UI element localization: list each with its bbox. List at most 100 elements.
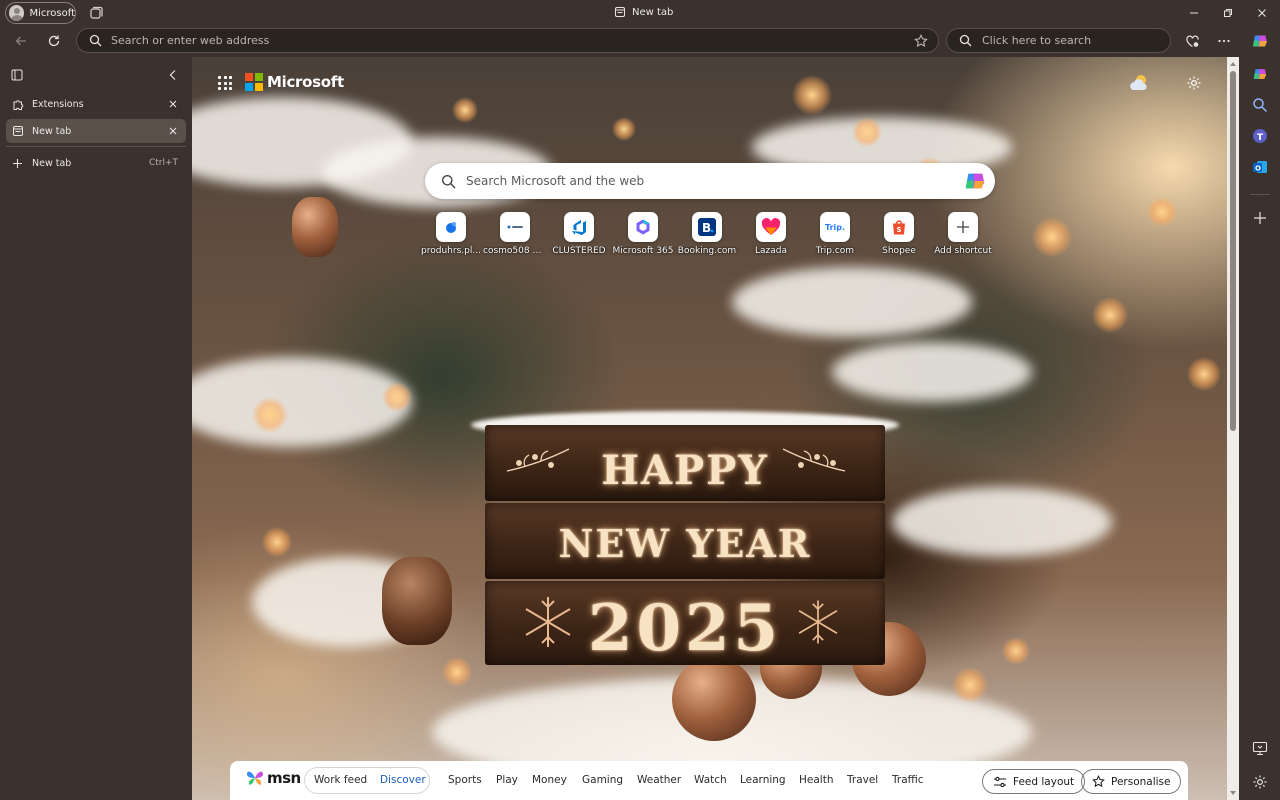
shortcut-label: produhrs.pl...	[421, 246, 481, 256]
toolbar-search-box[interactable]	[946, 28, 1171, 53]
tab-page-icon	[13, 126, 23, 136]
sign-text-happy: HAPPY	[601, 447, 769, 494]
copilot-button[interactable]	[1250, 31, 1270, 51]
cosmo-logo-icon	[507, 225, 523, 229]
toolbar-search-input[interactable]	[982, 34, 1170, 47]
shortcut-shopee[interactable]: S Shopee	[867, 212, 931, 256]
add-shortcut-button[interactable]: Add shortcut	[931, 212, 995, 256]
search-icon[interactable]	[1252, 97, 1268, 113]
svg-text:O: O	[1255, 165, 1261, 173]
shortcut-label: Microsoft 365	[612, 246, 674, 256]
blue-drop-icon	[446, 222, 456, 233]
workspaces-icon[interactable]	[88, 5, 104, 21]
address-input[interactable]	[111, 34, 914, 47]
profile-button[interactable]: Microsoft	[5, 2, 76, 24]
restore-button[interactable]	[1218, 3, 1238, 23]
close-icon	[1258, 9, 1266, 17]
sidebar-settings-gear-icon[interactable]	[1252, 774, 1268, 790]
shortcut-lazada[interactable]: Lazada	[739, 212, 803, 256]
scroll-up-arrow-icon[interactable]	[1229, 60, 1237, 68]
shortcut-label: cosmo508 A...	[483, 246, 547, 256]
msn-link-weather[interactable]: Weather	[637, 774, 681, 786]
avatar	[9, 5, 25, 21]
bokeh-light	[262, 527, 292, 557]
page-scrollbar[interactable]	[1227, 57, 1239, 800]
msn-link-learning[interactable]: Learning	[740, 774, 786, 786]
msn-link-traffic[interactable]: Traffic	[892, 774, 924, 786]
tab-extensions[interactable]: Extensions	[6, 92, 186, 116]
snow-branch	[192, 357, 412, 447]
heart-pulse-icon	[1185, 35, 1199, 47]
bokeh-light	[382, 382, 412, 412]
msn-link-money[interactable]: Money	[532, 774, 567, 786]
bokeh-light	[1092, 297, 1128, 333]
minimize-button[interactable]	[1184, 3, 1204, 23]
shortcut-clustered[interactable]: CLUSTERED	[547, 212, 611, 256]
page-settings-gear-icon[interactable]	[1186, 75, 1202, 91]
pinecone	[292, 197, 338, 257]
outlook-icon[interactable]: O	[1252, 159, 1268, 175]
close-window-button[interactable]	[1252, 3, 1272, 23]
microsoft-brand-text: Microsoft	[267, 73, 344, 91]
copilot-icon[interactable]	[1252, 66, 1268, 82]
personalise-button[interactable]: Personalise	[1081, 769, 1182, 794]
shortcut-cosmo508[interactable]: cosmo508 A...	[483, 212, 547, 256]
scroll-down-arrow-icon[interactable]	[1229, 789, 1237, 797]
sign-text-new-year: NEW YEAR	[558, 521, 812, 566]
feed-tab-discover[interactable]: Discover	[380, 774, 426, 786]
shortcut-label: Shopee	[882, 246, 916, 256]
msn-link-watch[interactable]: Watch	[694, 774, 727, 786]
shortcut-label: Trip.com	[815, 246, 855, 256]
minimize-icon	[1190, 12, 1198, 14]
shortcut-label: Booking.com	[677, 246, 737, 256]
close-tab-button[interactable]	[166, 124, 180, 138]
shortcut-microsoft-365[interactable]: Microsoft 365	[611, 212, 675, 256]
feed-layout-button[interactable]: Feed layout	[982, 769, 1086, 794]
web-search-input[interactable]	[466, 174, 936, 188]
weather-cloud-sun-icon[interactable]	[1128, 73, 1150, 93]
shortcut-booking[interactable]: B Booking.com	[675, 212, 739, 256]
browser-essentials-button[interactable]	[1182, 31, 1202, 51]
shortcut-produhrs[interactable]: produhrs.pl...	[419, 212, 483, 256]
msn-link-play[interactable]: Play	[496, 774, 518, 786]
copilot-icon[interactable]	[963, 169, 987, 193]
restore-icon	[1224, 9, 1232, 17]
web-search-box[interactable]	[425, 163, 995, 199]
window-title-text: New tab	[632, 6, 674, 18]
close-tab-button[interactable]	[166, 97, 180, 111]
svg-text:B: B	[702, 221, 711, 235]
msn-link-health[interactable]: Health	[799, 774, 833, 786]
new-tab-label: New tab	[32, 157, 72, 169]
collapse-pane-icon[interactable]	[166, 68, 180, 82]
feed-tab-work[interactable]: Work feed	[314, 774, 367, 786]
address-bar[interactable]	[76, 28, 939, 53]
sign-text-year: 2025	[587, 591, 783, 666]
new-tab-button[interactable]: New tab Ctrl+T	[6, 152, 186, 174]
favorite-star-icon[interactable]	[914, 33, 928, 48]
shortcut-tile	[564, 212, 594, 242]
sidebar-divider	[1250, 194, 1270, 195]
window-title: New tab	[614, 6, 673, 18]
add-sidebar-app-icon[interactable]	[1252, 210, 1268, 226]
msn-link-sports[interactable]: Sports	[448, 774, 482, 786]
microsoft-logo[interactable]: Microsoft	[245, 73, 344, 91]
back-button[interactable]	[11, 31, 31, 51]
svg-text:S: S	[897, 226, 902, 234]
shortcut-trip[interactable]: Trip. Trip.com	[803, 212, 867, 256]
copilot-icon	[1253, 35, 1267, 47]
more-options-button[interactable]	[1214, 31, 1234, 51]
bokeh-light	[452, 97, 478, 123]
bokeh-light	[1147, 197, 1177, 227]
msn-link-gaming[interactable]: Gaming	[582, 774, 623, 786]
screen-cast-icon[interactable]	[1252, 740, 1268, 756]
tab-actions-icon[interactable]	[11, 69, 23, 81]
extensions-puzzle-icon	[13, 99, 24, 110]
scroll-thumb[interactable]	[1230, 71, 1236, 431]
msn-logo[interactable]: msn	[245, 768, 301, 788]
shortcut-tile	[500, 212, 530, 242]
msn-link-travel[interactable]: Travel	[847, 774, 878, 786]
teams-icon[interactable]: T	[1252, 128, 1268, 144]
apps-launcher-button[interactable]	[218, 76, 232, 90]
refresh-button[interactable]	[44, 31, 64, 51]
tab-new-tab[interactable]: New tab	[6, 119, 186, 143]
